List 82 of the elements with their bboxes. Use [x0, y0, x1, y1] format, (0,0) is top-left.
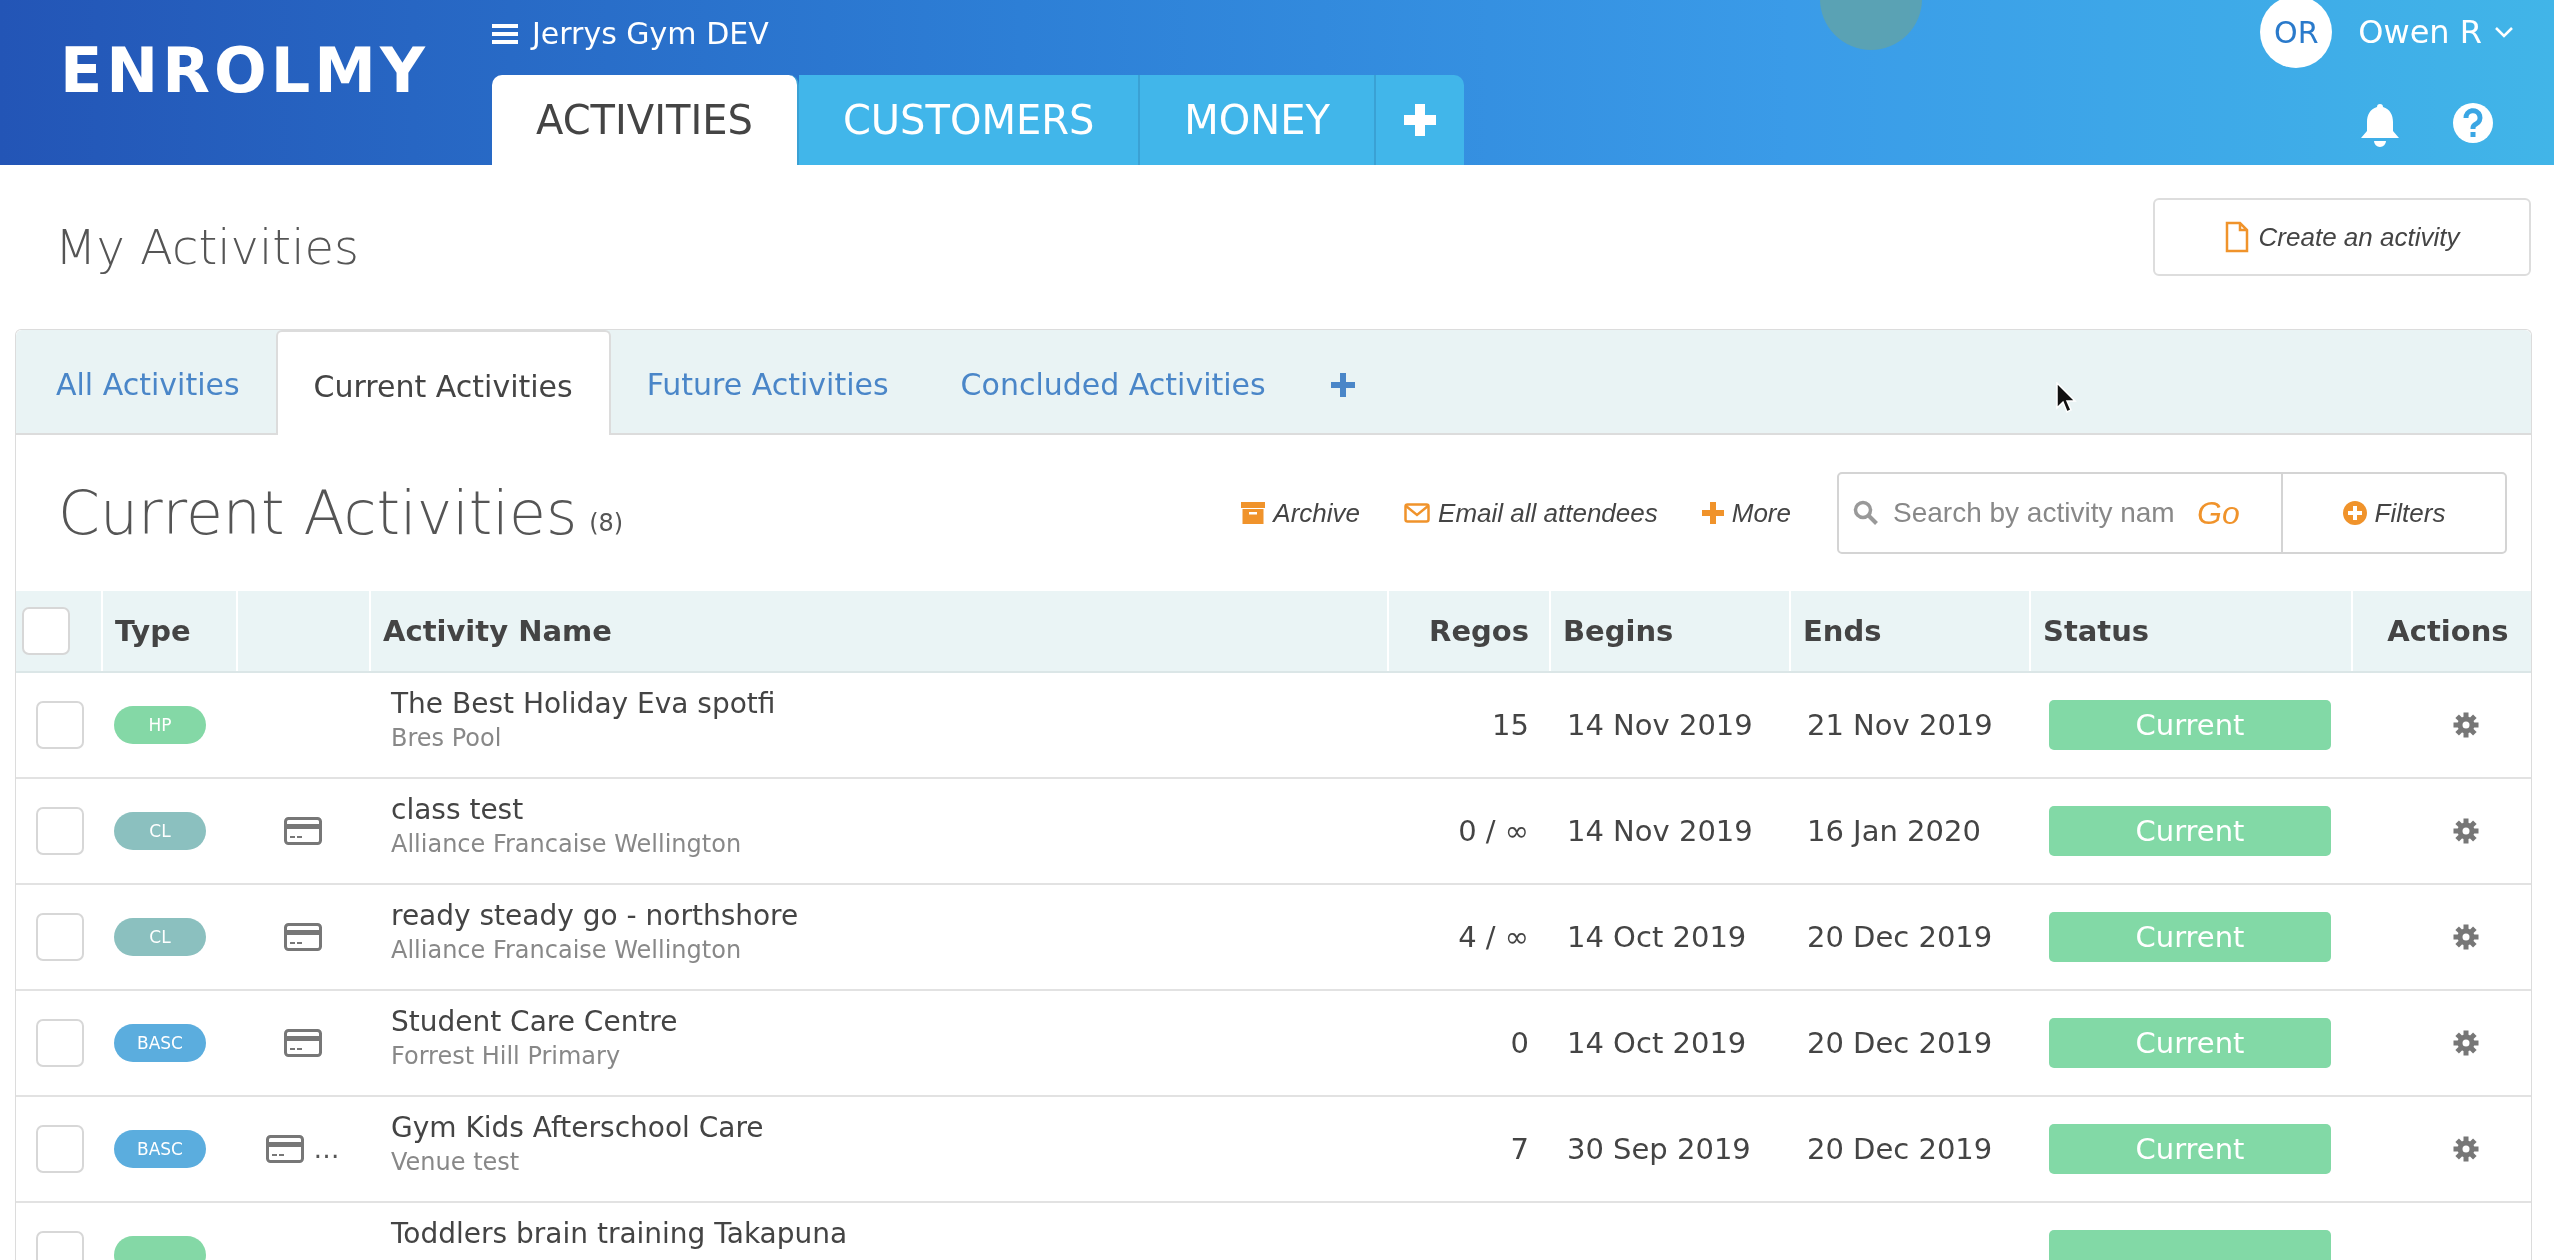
- activity-name[interactable]: Gym Kids Afterschool Care: [391, 1111, 764, 1144]
- settings-icon[interactable]: [2453, 1030, 2479, 1056]
- archive-box-icon: [1241, 502, 1266, 524]
- email-button[interactable]: Email all attendees: [1404, 497, 1658, 529]
- column-header: Status: [2043, 614, 2150, 648]
- regos-count: 4 / ∞: [1458, 920, 1529, 954]
- page-title: My Activities: [55, 219, 360, 275]
- begin-date: 14 Nov 2019: [1567, 814, 1753, 848]
- venue-name: Venue test: [391, 1148, 520, 1176]
- envelope-icon: [1404, 503, 1431, 523]
- select-all-checkbox[interactable]: [22, 607, 70, 655]
- end-date: 20 Dec 2019: [1807, 920, 1993, 954]
- column-header: Regos: [1429, 614, 1529, 648]
- begin-date: 14 Oct 2019: [1567, 1026, 1747, 1060]
- activity-name[interactable]: class test: [391, 793, 524, 826]
- plus-circle-icon: [2342, 501, 2367, 525]
- status-badge: Current: [2049, 912, 2331, 962]
- type-badge: BASC: [114, 1130, 206, 1168]
- end-date: 16 Jan 2020: [1807, 814, 1981, 848]
- end-date: 20 Dec 2019: [1807, 1026, 1993, 1060]
- end-date: 20 Dec 2019: [1807, 1132, 1993, 1166]
- search-icon: [1853, 500, 1879, 526]
- row-checkbox[interactable]: [36, 1125, 84, 1173]
- plus-icon[interactable]: [1329, 371, 1356, 398]
- more-button[interactable]: More: [1701, 497, 1791, 529]
- begin-date: 14 Oct 2019: [1567, 920, 1747, 954]
- filters-button[interactable]: Filters: [2283, 474, 2505, 552]
- row-checkbox[interactable]: [36, 913, 84, 961]
- regos-count: 0 / ∞: [1458, 814, 1529, 848]
- section-heading: Current Activities: [58, 478, 578, 548]
- settings-icon[interactable]: [2453, 1136, 2479, 1162]
- archive-button[interactable]: Archive: [1241, 497, 1361, 529]
- end-date: 21 Nov 2019: [1807, 708, 1993, 742]
- row-checkbox[interactable]: [36, 807, 84, 855]
- begin-date: 30 Sep 2019: [1567, 1132, 1751, 1166]
- activity-name[interactable]: Student Care Centre: [391, 1005, 678, 1038]
- begin-date: 14 Nov 2019: [1567, 708, 1753, 742]
- column-header: Activity Name: [383, 614, 612, 648]
- status-badge: Current: [2049, 1018, 2331, 1068]
- venue-name: Forrest Hill Primary: [391, 1042, 621, 1070]
- status-badge: Current: [2049, 1124, 2331, 1174]
- row-checkbox[interactable]: [36, 701, 84, 749]
- chevron-down-icon: [2494, 26, 2514, 38]
- type-badge: CL: [114, 918, 206, 956]
- settings-icon[interactable]: [2453, 712, 2479, 738]
- activity-count: (8): [589, 509, 624, 537]
- create-activity-button[interactable]: Create an activity: [2153, 198, 2531, 276]
- status-badge: Current: [2049, 806, 2331, 856]
- settings-icon[interactable]: [2453, 924, 2479, 950]
- organisation-name[interactable]: Jerrys Gym DEV: [532, 16, 769, 51]
- help-icon[interactable]: [2452, 102, 2494, 144]
- type-badge: BASC: [114, 1024, 206, 1062]
- status-badge: Current: [2049, 700, 2331, 750]
- filter-tab[interactable]: Current Activities: [275, 330, 611, 435]
- row-checkbox[interactable]: [36, 1019, 84, 1067]
- settings-icon[interactable]: [2453, 818, 2479, 844]
- bell-icon[interactable]: [2358, 102, 2402, 148]
- column-header: Type: [115, 614, 191, 648]
- add-tab-button[interactable]: [1376, 75, 1464, 165]
- regos-count: 7: [1510, 1132, 1529, 1166]
- plus-icon: [1402, 102, 1438, 138]
- avatar[interactable]: OR: [2260, 0, 2333, 68]
- plus-icon: [1701, 502, 1724, 524]
- venue-name: Bres Pool: [391, 724, 502, 752]
- venue-name: Alliance Francaise Wellington: [391, 936, 742, 964]
- regos-count: 15: [1492, 708, 1529, 742]
- column-header: Ends: [1803, 614, 1882, 648]
- regos-count: 0: [1510, 1026, 1529, 1060]
- nav-tab[interactable]: ACTIVITIES: [492, 75, 799, 165]
- logo: ENROLMY: [59, 32, 430, 109]
- type-badge: CL: [114, 812, 206, 850]
- type-badge: HP: [114, 706, 206, 744]
- menu-icon[interactable]: [492, 22, 518, 45]
- activity-name[interactable]: Toddlers brain training Takapuna: [391, 1217, 848, 1250]
- activity-name[interactable]: ready steady go - northshore: [391, 899, 799, 932]
- venue-name: Alliance Francaise Wellington: [391, 830, 742, 858]
- document-icon: [2224, 221, 2249, 253]
- cursor-icon: [2056, 382, 2078, 414]
- column-header: Begins: [1563, 614, 1674, 648]
- column-header: Actions: [2387, 614, 2509, 648]
- more-text: …: [313, 1134, 340, 1164]
- activity-name[interactable]: The Best Holiday Eva spotfi: [391, 687, 776, 720]
